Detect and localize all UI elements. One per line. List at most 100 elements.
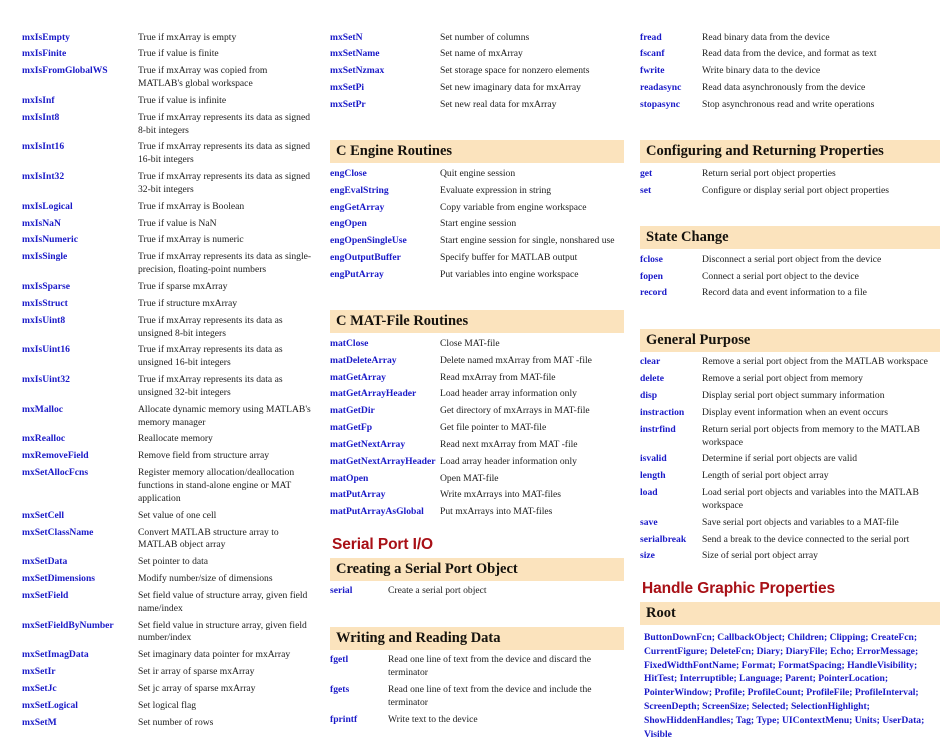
function-name[interactable]: clear xyxy=(640,355,702,372)
function-name[interactable]: serialbreak xyxy=(640,532,702,549)
function-name[interactable]: mxIsNaN xyxy=(22,216,138,233)
function-name[interactable]: mxIsUint16 xyxy=(22,343,138,373)
function-name[interactable]: mxSetM xyxy=(22,715,138,732)
function-name[interactable]: disp xyxy=(640,389,702,406)
function-name[interactable]: matGetFp xyxy=(330,421,440,438)
function-name[interactable]: mxIsSparse xyxy=(22,280,138,297)
function-name[interactable]: mxIsInt8 xyxy=(22,110,138,140)
function-name[interactable]: instrfind xyxy=(640,422,702,452)
function-name[interactable]: matGetNextArray xyxy=(330,437,440,454)
function-name[interactable]: size xyxy=(640,549,702,566)
function-description: Size of serial port object array xyxy=(702,550,818,562)
function-name[interactable]: mxSetFieldByNumber xyxy=(22,618,138,648)
function-name[interactable]: mxMalloc xyxy=(22,402,138,432)
function-name[interactable]: fclose xyxy=(640,252,702,269)
function-name[interactable]: mxRemoveField xyxy=(22,449,138,466)
function-name[interactable]: mxSetLogical xyxy=(22,698,138,715)
function-name[interactable]: mxIsLogical xyxy=(22,199,138,216)
function-name[interactable]: mxIsSingle xyxy=(22,250,138,280)
function-name[interactable]: mxIsEmpty xyxy=(22,30,138,47)
function-name[interactable]: mxSetN xyxy=(330,30,440,47)
function-name[interactable]: mxSetIr xyxy=(22,665,138,682)
function-name[interactable]: mxIsUint8 xyxy=(22,313,138,343)
function-name[interactable]: engClose xyxy=(330,166,440,183)
function-name[interactable]: mxIsStruct xyxy=(22,296,138,313)
function-name[interactable]: save xyxy=(640,515,702,532)
function-description: Set imaginary data pointer for mxArray xyxy=(138,649,291,661)
function-name[interactable]: mxIsUint32 xyxy=(22,373,138,403)
function-name[interactable]: matDeleteArray xyxy=(330,353,440,370)
function-entry-row: mxIsStruct True if structure mxArray xyxy=(22,296,312,313)
function-description: True if mxArray is empty xyxy=(138,31,237,43)
function-entry-row: readasync Read data asynchronously from t… xyxy=(640,81,940,98)
function-name[interactable]: isvalid xyxy=(640,452,702,469)
function-entry-row: matGetArray Read mxArray from MAT-file xyxy=(330,370,624,387)
function-name[interactable]: matGetDir xyxy=(330,404,440,421)
function-name[interactable]: mxSetNzmax xyxy=(330,64,440,81)
function-name[interactable]: matOpen xyxy=(330,471,440,488)
function-entry-row: record Record data and event information … xyxy=(640,286,940,303)
function-name[interactable]: instraction xyxy=(640,405,702,422)
function-name[interactable]: fgetl xyxy=(330,653,388,683)
function-name[interactable]: mxSetField xyxy=(22,588,138,618)
function-name[interactable]: mxSetClassName xyxy=(22,525,138,555)
function-name[interactable]: engOpen xyxy=(330,217,440,234)
function-name[interactable]: mxSetDimensions xyxy=(22,572,138,589)
function-name[interactable]: matGetNextArrayHeader xyxy=(330,454,440,471)
function-name[interactable]: fopen xyxy=(640,269,702,286)
function-entry-row: mxSetDimensions Modify number/size of dim… xyxy=(22,572,312,589)
function-name[interactable]: matPutArrayAsGlobal xyxy=(330,505,440,522)
function-name[interactable]: serial xyxy=(330,584,388,601)
function-name[interactable]: mxIsFromGlobalWS xyxy=(22,64,138,94)
function-description: Set field value in structure array, give… xyxy=(138,619,307,644)
function-entry-row: mxSetNzmax Set storage space for nonzero … xyxy=(330,64,624,81)
function-name[interactable]: mxSetImagData xyxy=(22,648,138,665)
function-name[interactable]: engPutArray xyxy=(330,267,440,284)
function-name[interactable]: fscanf xyxy=(640,47,702,64)
function-name[interactable]: mxIsInt16 xyxy=(22,140,138,170)
function-name[interactable]: matClose xyxy=(330,336,440,353)
function-name[interactable]: mxSetCell xyxy=(22,508,138,525)
function-entry-row: mxMalloc Allocate dynamic memory using MA… xyxy=(22,402,312,432)
function-entry-row: mxSetM Set number of rows xyxy=(22,715,312,732)
function-name[interactable]: mxIsFinite xyxy=(22,47,138,64)
function-name[interactable]: mxIsNumeric xyxy=(22,233,138,250)
function-name[interactable]: length xyxy=(640,469,702,486)
function-name[interactable]: mxSetData xyxy=(22,555,138,572)
function-name[interactable]: fprintf xyxy=(330,712,388,729)
function-description: Specify buffer for MATLAB output xyxy=(440,252,578,264)
function-name[interactable]: matGetArrayHeader xyxy=(330,387,440,404)
function-description: Create a serial port object xyxy=(388,585,487,597)
function-name[interactable]: delete xyxy=(640,372,702,389)
function-name[interactable]: stopasync xyxy=(640,97,702,114)
function-name[interactable]: record xyxy=(640,286,702,303)
function-name[interactable]: engGetArray xyxy=(330,200,440,217)
function-name[interactable]: set xyxy=(640,183,702,200)
function-description: Load array header information only xyxy=(440,455,577,467)
general-purpose-table: clear Remove a serial port object from th… xyxy=(640,355,940,566)
function-name[interactable]: engEvalString xyxy=(330,183,440,200)
function-name[interactable]: engOutputBuffer xyxy=(330,251,440,268)
function-description: Get file pointer to MAT-file xyxy=(440,422,547,434)
function-entry-row: mxRemoveField Remove field from structure… xyxy=(22,449,312,466)
function-name[interactable]: fread xyxy=(640,30,702,47)
function-name[interactable]: mxSetJc xyxy=(22,681,138,698)
function-name[interactable]: matGetArray xyxy=(330,370,440,387)
function-name[interactable]: matPutArray xyxy=(330,488,440,505)
function-name[interactable]: mxRealloc xyxy=(22,432,138,449)
function-name[interactable]: fgets xyxy=(330,682,388,712)
function-name[interactable]: mxSetPi xyxy=(330,81,440,98)
function-name[interactable]: mxSetPr xyxy=(330,97,440,114)
function-name[interactable]: mxSetName xyxy=(330,47,440,64)
function-description: True if mxArray represents its data as u… xyxy=(138,374,283,398)
function-name[interactable]: engOpenSingleUse xyxy=(330,234,440,251)
function-name[interactable]: load xyxy=(640,486,702,516)
writing-and-reading-data-table: fgetl Read one line of text from the devi… xyxy=(330,653,624,729)
function-name[interactable]: readasync xyxy=(640,81,702,98)
function-name[interactable]: fwrite xyxy=(640,64,702,81)
function-name[interactable]: mxIsInt32 xyxy=(22,170,138,200)
function-name[interactable]: mxIsInf xyxy=(22,93,138,110)
function-name[interactable]: get xyxy=(640,166,702,183)
function-name[interactable]: mxSetAllocFcns xyxy=(22,466,138,509)
